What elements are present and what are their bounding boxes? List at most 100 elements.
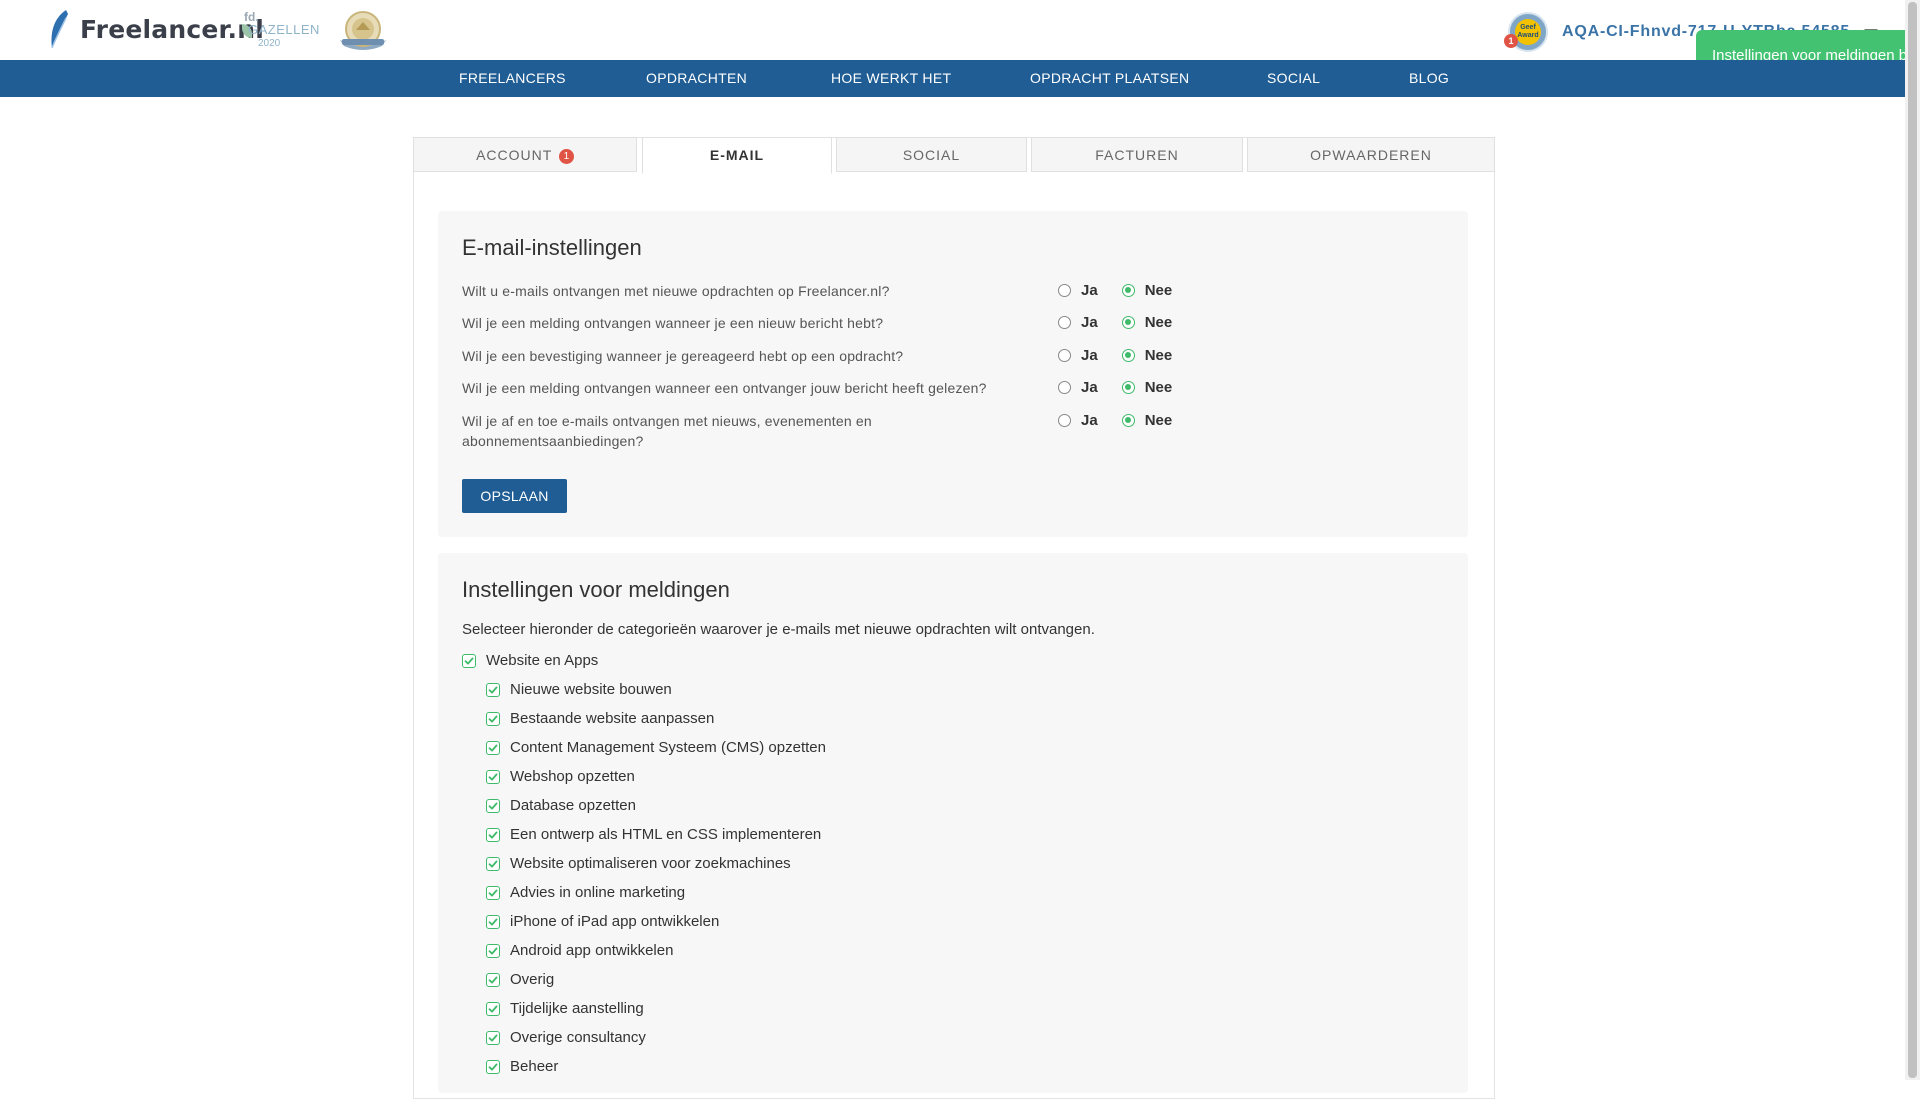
radio-yes[interactable]: Ja bbox=[1058, 282, 1098, 299]
radio-checked-icon[interactable] bbox=[1121, 381, 1135, 394]
checkbox-checked-icon[interactable] bbox=[486, 972, 500, 987]
checkbox-checked-icon[interactable] bbox=[486, 1001, 500, 1016]
radio-yes[interactable]: Ja bbox=[1058, 379, 1098, 396]
radio-group-read-receipt: Ja Nee bbox=[1058, 379, 1196, 396]
notification-intro-text: Selecteer hieronder de categorieën waaro… bbox=[462, 621, 1095, 638]
category-label: Content Management Systeem (CMS) opzette… bbox=[510, 739, 826, 756]
radio-group-new-message: Ja Nee bbox=[1058, 314, 1196, 331]
nav-freelancers[interactable]: FREELANCERS bbox=[459, 60, 566, 97]
checkbox-checked-icon[interactable] bbox=[486, 943, 500, 958]
checkbox-checked-icon[interactable] bbox=[486, 682, 500, 697]
nav-opdrachten[interactable]: OPDRACHTEN bbox=[646, 60, 747, 97]
radio-unchecked-icon[interactable] bbox=[1058, 284, 1071, 297]
nav-blog[interactable]: BLOG bbox=[1409, 60, 1449, 97]
category-label: iPhone of iPad app ontwikkelen bbox=[510, 913, 720, 930]
category-label: Website en Apps bbox=[486, 652, 599, 669]
checkbox-checked-icon[interactable] bbox=[462, 653, 476, 668]
fd-gazellen-award-logo: fd. GAZELLEN 2020 bbox=[242, 10, 320, 49]
question-new-message: Wil je een melding ontvangen wanneer je … bbox=[462, 315, 884, 331]
category-label: Tijdelijke aanstelling bbox=[510, 1000, 644, 1017]
tab-facturen[interactable]: FACTUREN bbox=[1031, 137, 1243, 172]
radio-unchecked-icon[interactable] bbox=[1058, 381, 1071, 394]
award-medal-logo bbox=[336, 10, 390, 50]
subcategory-item[interactable]: Android app ontwikkelen bbox=[486, 942, 673, 959]
subcategory-item[interactable]: Een ontwerp als HTML en CSS implementere… bbox=[486, 826, 821, 843]
notification-settings-title: Instellingen voor meldingen bbox=[462, 577, 730, 602]
checkbox-checked-icon[interactable] bbox=[486, 856, 500, 871]
notification-badge: 1 bbox=[1504, 34, 1518, 48]
vertical-scrollbar[interactable] bbox=[1905, 0, 1920, 1080]
subcategory-item[interactable]: Bestaande website aanpassen bbox=[486, 710, 714, 727]
tab-opwaarderen[interactable]: OPWAARDEREN bbox=[1247, 137, 1495, 172]
notification-settings-card: Instellingen voor meldingen Selecteer hi… bbox=[438, 553, 1468, 1093]
category-label: Een ontwerp als HTML en CSS implementere… bbox=[510, 826, 822, 843]
checkbox-checked-icon[interactable] bbox=[486, 885, 500, 900]
radio-no[interactable]: Nee bbox=[1121, 379, 1172, 396]
category-label: Overige consultancy bbox=[510, 1029, 646, 1046]
question-read-receipt: Wil je een melding ontvangen wanneer een… bbox=[462, 380, 987, 396]
category-label: Webshop opzetten bbox=[510, 768, 635, 785]
subcategory-item[interactable]: Tijdelijke aanstelling bbox=[486, 1000, 644, 1017]
scrollbar-thumb[interactable] bbox=[1908, 2, 1917, 1078]
subcategory-item[interactable]: Content Management Systeem (CMS) opzette… bbox=[486, 739, 826, 756]
medal-icon bbox=[340, 11, 386, 50]
top-header: Freelancer.nl fd. GAZELLEN 2020 Geef Awa… bbox=[0, 0, 1905, 82]
question-new-assignments: Wilt u e-mails ontvangen met nieuwe opdr… bbox=[462, 283, 890, 299]
subcategory-item[interactable]: Advies in online marketing bbox=[486, 884, 685, 901]
category-label: Beheer bbox=[510, 1058, 559, 1075]
subcategory-item[interactable]: Beheer bbox=[486, 1058, 558, 1075]
question-reaction-confirmation: Wil je een bevestiging wanneer je gereag… bbox=[462, 348, 904, 364]
subcategory-item[interactable]: Webshop opzetten bbox=[486, 768, 635, 785]
checkbox-checked-icon[interactable] bbox=[486, 798, 500, 813]
checkbox-checked-icon[interactable] bbox=[486, 914, 500, 929]
award-avatar-icon: Geef Award bbox=[1515, 19, 1541, 45]
radio-group-new-assignments: Ja Nee bbox=[1058, 282, 1196, 299]
radio-no[interactable]: Nee bbox=[1121, 314, 1172, 331]
subcategory-item[interactable]: iPhone of iPad app ontwikkelen bbox=[486, 913, 719, 930]
avatar[interactable]: Geef Award 1 bbox=[1504, 12, 1548, 52]
radio-no[interactable]: Nee bbox=[1121, 347, 1172, 364]
subcategory-item[interactable]: Overig bbox=[486, 971, 554, 988]
checkbox-checked-icon[interactable] bbox=[486, 1030, 500, 1045]
nav-opdracht-plaatsen[interactable]: OPDRACHT PLAATSEN bbox=[1030, 60, 1189, 97]
category-label: Advies in online marketing bbox=[510, 884, 686, 901]
subcategory-item[interactable]: Nieuwe website bouwen bbox=[486, 681, 672, 698]
checkbox-checked-icon[interactable] bbox=[486, 827, 500, 842]
radio-checked-icon[interactable] bbox=[1121, 316, 1135, 329]
checkbox-checked-icon[interactable] bbox=[486, 769, 500, 784]
radio-yes[interactable]: Ja bbox=[1058, 347, 1098, 364]
nav-hoe-werkt-het[interactable]: HOE WERKT HET bbox=[831, 60, 951, 97]
radio-group-reaction-confirmation: Ja Nee bbox=[1058, 347, 1196, 364]
radio-checked-icon[interactable] bbox=[1121, 284, 1135, 297]
checkbox-checked-icon[interactable] bbox=[486, 740, 500, 755]
radio-unchecked-icon[interactable] bbox=[1058, 414, 1071, 427]
radio-checked-icon[interactable] bbox=[1121, 414, 1135, 427]
email-settings-card: E-mail-instellingen Wilt u e-mails ontva… bbox=[438, 211, 1468, 537]
question-newsletter: Wil je af en toe e-mails ontvangen met n… bbox=[462, 413, 872, 449]
main-navigation: FREELANCERS OPDRACHTEN HOE WERKT HET OPD… bbox=[0, 60, 1905, 97]
category-website-en-apps[interactable]: Website en Apps bbox=[462, 652, 598, 669]
feather-logo-icon bbox=[51, 10, 68, 49]
radio-no[interactable]: Nee bbox=[1121, 282, 1172, 299]
tab-email[interactable]: E-MAIL bbox=[642, 137, 832, 174]
freelancer-logo[interactable]: Freelancer.nl bbox=[46, 8, 264, 50]
subcategory-item[interactable]: Overige consultancy bbox=[486, 1029, 646, 1046]
checkbox-checked-icon[interactable] bbox=[486, 711, 500, 726]
save-button[interactable]: OPSLAAN bbox=[462, 479, 567, 513]
subcategory-item[interactable]: Database opzetten bbox=[486, 797, 636, 814]
category-label: Android app ontwikkelen bbox=[510, 942, 674, 959]
radio-yes[interactable]: Ja bbox=[1058, 412, 1098, 429]
nav-social[interactable]: SOCIAL bbox=[1267, 60, 1320, 97]
email-settings-title: E-mail-instellingen bbox=[462, 235, 642, 260]
settings-tabs: ACCOUNT 1 E-MAIL SOCIAL FACTUREN OPWAARD… bbox=[413, 137, 1495, 174]
category-label: Nieuwe website bouwen bbox=[510, 681, 672, 698]
radio-yes[interactable]: Ja bbox=[1058, 314, 1098, 331]
tab-social[interactable]: SOCIAL bbox=[836, 137, 1027, 172]
tab-account[interactable]: ACCOUNT 1 bbox=[413, 137, 637, 172]
radio-unchecked-icon[interactable] bbox=[1058, 316, 1071, 329]
subcategory-item[interactable]: Website optimaliseren voor zoekmachines bbox=[486, 855, 791, 872]
radio-no[interactable]: Nee bbox=[1121, 412, 1172, 429]
radio-checked-icon[interactable] bbox=[1121, 349, 1135, 362]
radio-unchecked-icon[interactable] bbox=[1058, 349, 1071, 362]
checkbox-checked-icon[interactable] bbox=[486, 1059, 500, 1074]
